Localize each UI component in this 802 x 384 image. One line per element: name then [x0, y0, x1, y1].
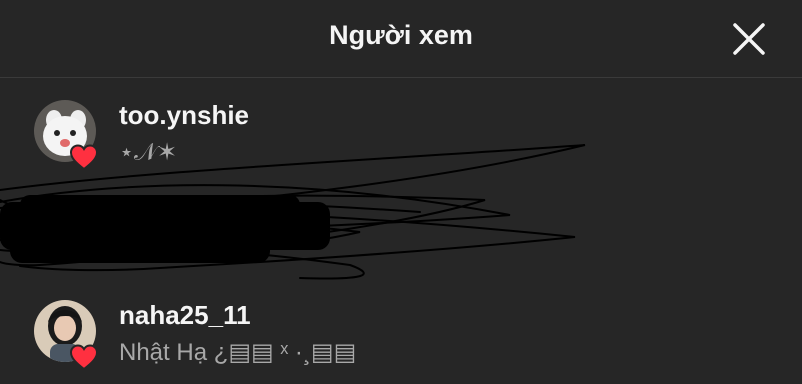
heart-icon — [69, 344, 99, 371]
dialog-title: Người xem — [329, 20, 473, 50]
redaction-scribble — [0, 144, 586, 280]
viewer-fullname: Nhật Hạ ¿▤▤ ˣ ·¸▤▤ — [119, 339, 357, 366]
viewer-username[interactable]: naha25_11 — [119, 300, 251, 331]
close-button[interactable] — [730, 20, 768, 58]
viewer-row[interactable]: naha25_11 Nhật Hạ ¿▤▤ ˣ ·¸▤▤ — [0, 300, 802, 382]
close-icon — [733, 23, 765, 55]
dialog-header: Người xem — [0, 0, 802, 78]
viewer-username[interactable]: too.ynshie — [119, 100, 249, 131]
viewers-dialog: Người xem too.ynshie ⋆𝒩✶ naha25_11 Nhật … — [0, 0, 802, 384]
